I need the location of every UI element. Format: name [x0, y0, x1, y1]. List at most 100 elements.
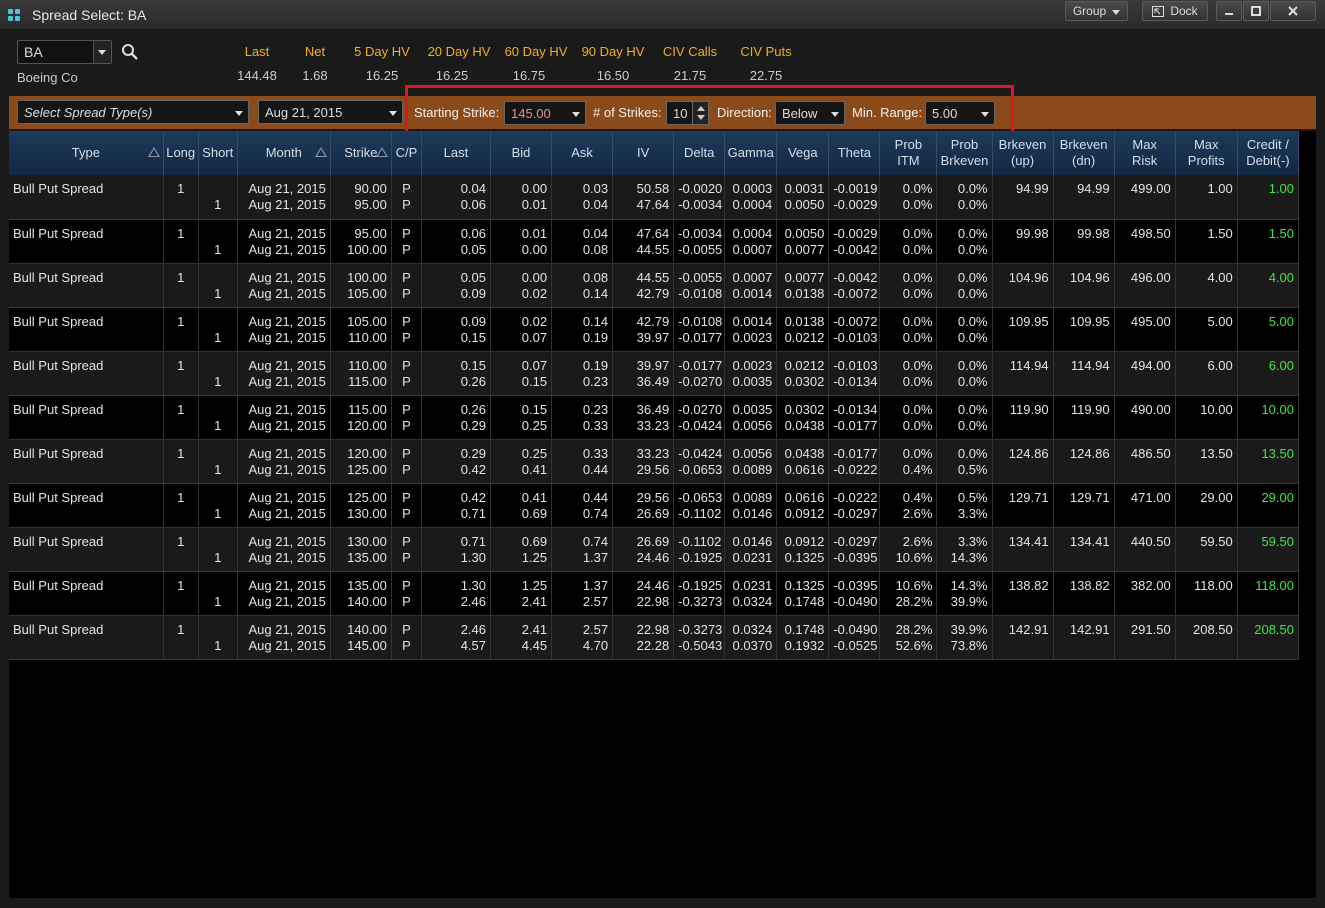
column-header-label: Debit(-): [1246, 153, 1290, 168]
column-header[interactable]: Last: [421, 131, 492, 175]
cell-credit: 4.00: [1237, 263, 1300, 308]
cell-ask-value: 0.23: [582, 401, 609, 417]
cell-gamma: 0.0014 0.0023: [724, 307, 778, 352]
cell-ask-value: 0.23: [582, 373, 609, 389]
cell-max-profits: 1.50: [1175, 219, 1238, 264]
column-header[interactable]: Brkeven (up): [992, 131, 1054, 175]
symbol-combo[interactable]: BA: [17, 40, 112, 64]
cell-brkeven-dn-value: 94.99: [1077, 181, 1110, 196]
cell-credit-value: 1.50: [1268, 225, 1294, 241]
sort-triangle-icon[interactable]: [375, 147, 388, 157]
cell-prob-brkeven-value: 3.3%: [957, 505, 988, 521]
table-row[interactable]: Bull Put Spread 1 1 Aug 21, 2015 Aug 21, 201…: [9, 219, 1300, 264]
cell-iv-value: 39.97: [636, 329, 670, 345]
cell-max-profits-value: 13.50: [1200, 445, 1233, 461]
column-header[interactable]: Max Profits: [1175, 131, 1238, 175]
cell-strike-value: 130.00: [347, 533, 387, 549]
cell-iv-value: 22.28: [636, 637, 670, 653]
cell-vega-value: 0.0912: [784, 505, 825, 521]
column-header[interactable]: Theta: [828, 131, 881, 175]
column-header[interactable]: Bid: [490, 131, 553, 175]
column-header[interactable]: Strike: [330, 131, 392, 175]
column-header[interactable]: Vega: [776, 131, 830, 175]
cell-iv-value: 36.49: [636, 373, 670, 389]
minimize-button[interactable]: [1216, 1, 1242, 21]
cell-gamma-value: 0.0231: [732, 549, 773, 565]
maximize-button[interactable]: [1243, 1, 1269, 21]
search-icon[interactable]: [121, 43, 139, 61]
cell-ask-value: 2.57: [582, 593, 609, 609]
cell-ask: 0.14 0.19: [551, 307, 614, 352]
cell-strike: 125.00 130.00: [330, 483, 392, 528]
column-header[interactable]: C/P: [391, 131, 422, 175]
column-header[interactable]: Short: [198, 131, 238, 175]
cell-theta-value: -0.0072: [833, 313, 878, 329]
column-header[interactable]: Gamma: [724, 131, 778, 175]
table-row[interactable]: Bull Put Spread 1 1 Aug 21, 2015 Aug 21, 201…: [9, 483, 1300, 528]
cell-gamma-value: 0.0146: [732, 505, 773, 521]
column-header[interactable]: Month: [237, 131, 331, 175]
table-row[interactable]: Bull Put Spread 1 1 Aug 21, 2015 Aug 21, 201…: [9, 571, 1300, 616]
cell-strike-value: 115.00: [348, 401, 387, 417]
table-row[interactable]: Bull Put Spread 1 1 Aug 21, 2015 Aug 21, 201…: [9, 263, 1300, 308]
cell-prob-itm: 0.0% 0.0%: [879, 307, 938, 352]
spread-type-select[interactable]: Select Spread Type(s): [17, 100, 249, 124]
cell-type-value: Bull Put Spread: [13, 181, 104, 196]
cell-strike: 135.00 140.00: [330, 571, 392, 616]
cell-short-value: 1: [214, 417, 222, 433]
cell-max-profits-value: 118.00: [1193, 577, 1233, 593]
cell-prob-brkeven: 0.0% 0.5%: [936, 439, 993, 484]
cell-strike-value: 130.00: [347, 505, 387, 521]
column-header[interactable]: Brkeven (dn): [1053, 131, 1115, 175]
column-header[interactable]: IV: [612, 131, 675, 175]
cell-bid-value: 0.07: [521, 357, 548, 373]
table-row[interactable]: Bull Put Spread 1 1 Aug 21, 2015 Aug 21, 201…: [9, 175, 1300, 220]
cell-short: 1: [198, 395, 238, 440]
column-header[interactable]: Credit / Debit(-): [1237, 131, 1300, 175]
table-row[interactable]: Bull Put Spread 1 1 Aug 21, 2015 Aug 21, 201…: [9, 351, 1300, 396]
cell-short-value: [203, 622, 233, 638]
group-button[interactable]: Group: [1065, 1, 1128, 21]
column-header[interactable]: Delta: [673, 131, 726, 175]
column-header-label: Long: [166, 145, 196, 160]
cell-vega-value: 0.0138: [784, 285, 825, 301]
column-header[interactable]: Prob Brkeven: [936, 131, 993, 175]
column-header[interactable]: Max Risk: [1114, 131, 1176, 175]
column-header[interactable]: Ask: [551, 131, 614, 175]
column-header[interactable]: Long: [163, 131, 199, 175]
symbol-dropdown-button[interactable]: [93, 41, 111, 63]
table-row[interactable]: Bull Put Spread 1 1 Aug 21, 2015 Aug 21, 201…: [9, 527, 1300, 572]
sort-triangle-icon[interactable]: [147, 147, 160, 157]
cell-bid: 0.69 1.25: [490, 527, 553, 572]
cell-gamma-value: 0.0004: [732, 197, 773, 212]
cell-brkeven-dn: 124.86: [1053, 439, 1115, 484]
column-header[interactable]: Prob ITM: [879, 131, 938, 175]
cell-long-value: [168, 550, 194, 566]
table-row[interactable]: Bull Put Spread 1 1 Aug 21, 2015 Aug 21, 201…: [9, 395, 1300, 440]
cell-brkeven-dn: 134.41: [1053, 527, 1115, 572]
dock-button[interactable]: Dock: [1142, 1, 1208, 21]
expiration-select[interactable]: Aug 21, 2015: [258, 100, 403, 124]
cell-theta: -0.0395 -0.0490: [828, 571, 881, 616]
table-row[interactable]: Bull Put Spread 1 1 Aug 21, 2015 Aug 21, 201…: [9, 615, 1300, 660]
cell-strike-value: 110.00: [348, 357, 387, 373]
cell-vega-value: 0.0302: [784, 373, 825, 389]
cell-iv-value: 26.69: [636, 505, 670, 521]
column-header[interactable]: Type: [9, 131, 164, 175]
cell-month: Aug 21, 2015 Aug 21, 2015: [237, 307, 331, 352]
sort-triangle-icon[interactable]: [314, 147, 327, 157]
cell-iv-value: 24.46: [636, 577, 670, 593]
close-button[interactable]: [1270, 1, 1316, 21]
cell-bid-value: 1.25: [521, 577, 548, 593]
cell-last-value: 0.06: [460, 197, 486, 212]
cell-short-value: 1: [214, 329, 222, 345]
cell-long-value: 1: [177, 489, 185, 505]
cell-short: 1: [198, 439, 238, 484]
cell-cp: PP: [391, 483, 422, 528]
table-row[interactable]: Bull Put Spread 1 1 Aug 21, 2015 Aug 21, 201…: [9, 439, 1300, 484]
cell-brkeven-dn-value: 109.95: [1069, 313, 1110, 329]
cell-short-value: [203, 534, 233, 550]
cell-brkeven-dn: 104.96: [1053, 263, 1115, 308]
table-row[interactable]: Bull Put Spread 1 1 Aug 21, 2015 Aug 21, 201…: [9, 307, 1300, 352]
cell-ask-value: 0.44: [582, 489, 609, 505]
